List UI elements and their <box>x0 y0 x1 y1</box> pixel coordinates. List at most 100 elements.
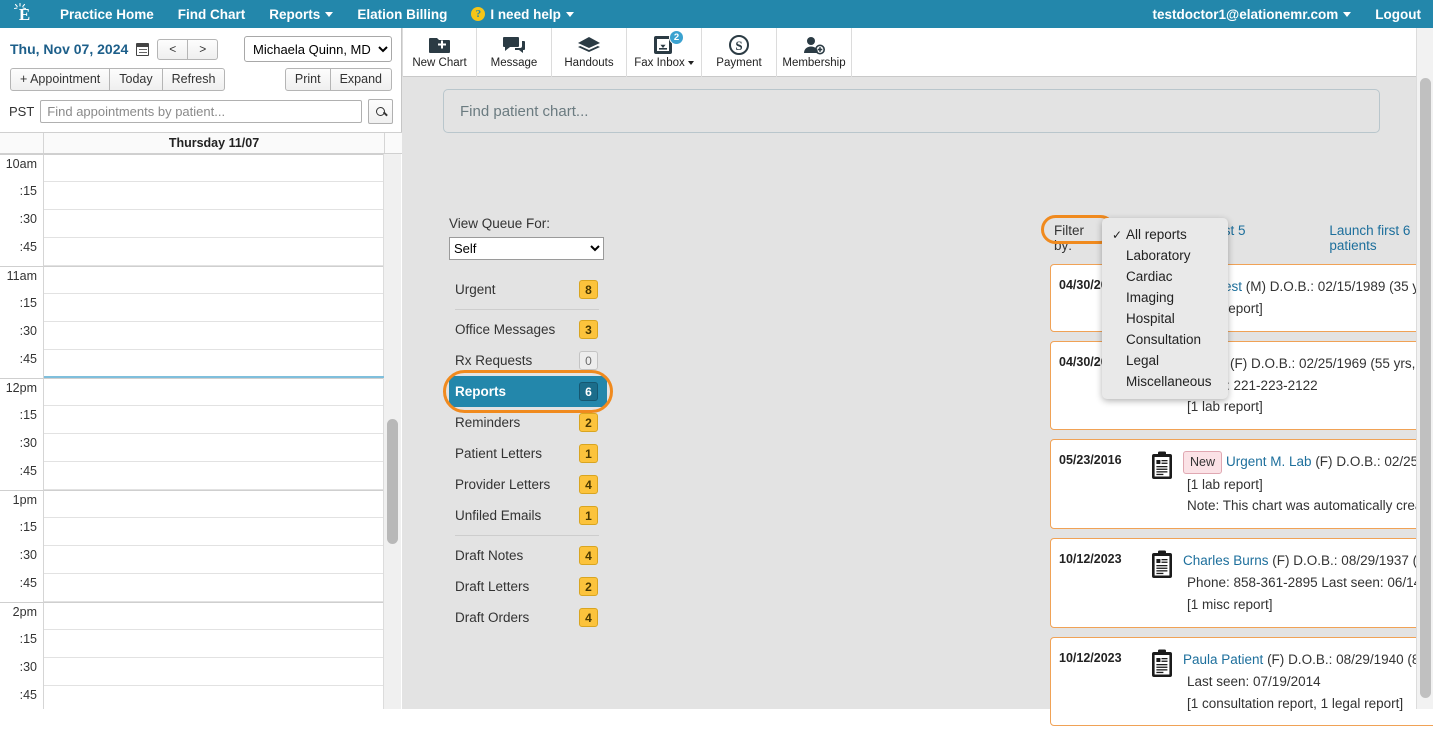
calendar-slot-cell[interactable] <box>44 378 384 406</box>
filter-option-laboratory[interactable]: Laboratory <box>1102 245 1228 266</box>
calendar-slot[interactable]: :15 <box>0 406 402 434</box>
calendar-slot-cell[interactable] <box>44 294 384 322</box>
expand-button[interactable]: Expand <box>329 68 392 91</box>
report-card[interactable]: 05/23/2016 New Urgent M. Lab (F) D.O.B.: 0… <box>1050 439 1433 530</box>
calendar-slot-cell[interactable] <box>44 602 384 630</box>
appointment-search-button[interactable] <box>368 99 394 124</box>
toolbar-fax-inbox-button[interactable]: 2 Fax Inbox <box>627 27 702 77</box>
calendar-slot-cell[interactable] <box>44 210 384 238</box>
elation-logo[interactable]: E <box>0 0 48 28</box>
calendar-slot[interactable]: :45 <box>0 574 402 602</box>
filter-option-hospital[interactable]: Hospital <box>1102 308 1228 329</box>
calendar-slot-cell[interactable] <box>44 406 384 434</box>
calendar-slot-cell[interactable] <box>44 658 384 686</box>
logout-button[interactable]: Logout <box>1363 0 1433 28</box>
main-scrollbar[interactable] <box>1416 28 1433 709</box>
report-card[interactable]: 10/12/2023 Paula Patient (F) D.O.B.: 08/2… <box>1050 636 1433 727</box>
queue-item-office-messages[interactable]: Office Messages 3 <box>449 314 607 345</box>
next-day-button[interactable]: > <box>187 38 219 60</box>
queue-item-rx-requests[interactable]: Rx Requests 0 <box>449 345 607 376</box>
queue-item-provider-letters[interactable]: Provider Letters 4 <box>449 469 607 500</box>
calendar-slot-cell[interactable] <box>44 266 384 294</box>
main-scrollbar-thumb[interactable] <box>1420 78 1431 698</box>
calendar-slot-cell[interactable] <box>44 182 384 210</box>
calendar-slot[interactable]: :15 <box>0 630 402 658</box>
calendar-slot-cell[interactable] <box>44 322 384 350</box>
calendar-slot[interactable]: 1pm <box>0 490 402 518</box>
queue-scope-select[interactable]: Self <box>449 237 604 260</box>
toolbar-message-button[interactable]: Message <box>477 27 552 77</box>
calendar-slot-cell[interactable] <box>44 546 384 574</box>
nav-i-need-help[interactable]: ? I need help <box>459 0 586 28</box>
calendar-slot[interactable]: :45 <box>0 350 402 378</box>
calendar-slot-cell[interactable] <box>44 462 384 490</box>
nav-practice-home[interactable]: Practice Home <box>48 0 166 28</box>
filter-by-control[interactable]: Filter by: <box>1041 215 1115 255</box>
toolbar-new-chart-button[interactable]: New Chart <box>402 27 477 77</box>
calendar-slot-cell[interactable] <box>44 154 384 182</box>
patient-name-link[interactable]: Paula Patient <box>1183 652 1263 667</box>
calendar-slot[interactable]: 12pm <box>0 378 402 406</box>
calendar-slot[interactable]: :30 <box>0 322 402 350</box>
calendar-slot[interactable]: :15 <box>0 182 402 210</box>
calendar-slot-cell[interactable] <box>44 350 384 378</box>
today-button[interactable]: Today <box>109 68 163 91</box>
toolbar-membership-button[interactable]: Membership <box>777 27 852 77</box>
print-button[interactable]: Print <box>284 68 331 91</box>
calendar-slot-cell[interactable] <box>44 434 384 462</box>
nav-elation-billing[interactable]: Elation Billing <box>345 0 459 28</box>
calendar-slot[interactable]: :30 <box>0 210 402 238</box>
calendar-slot[interactable]: 10am <box>0 154 402 182</box>
queue-item-reminders[interactable]: Reminders 2 <box>449 407 607 438</box>
account-email: testdoctor1@elationemr.com <box>1152 6 1339 22</box>
calendar-slot[interactable]: :45 <box>0 462 402 490</box>
calendar-slot-cell[interactable] <box>44 238 384 266</box>
calendar-grid[interactable]: 10am:15:30:45 11am:15:30:45 12pm:15:30:45 1… <box>0 154 402 709</box>
account-menu[interactable]: testdoctor1@elationemr.com <box>1141 0 1364 28</box>
calendar-slot[interactable]: :30 <box>0 546 402 574</box>
calendar-slot[interactable]: :30 <box>0 658 402 686</box>
patient-name-link[interactable]: Urgent M. Lab <box>1226 454 1312 469</box>
add-appointment-button[interactable]: + Appointment <box>10 68 111 91</box>
patient-name-link[interactable]: Charles Burns <box>1183 553 1269 568</box>
nav-reports[interactable]: Reports <box>257 0 345 28</box>
calendar-slot[interactable]: :15 <box>0 518 402 546</box>
filter-by-dropdown-menu[interactable]: ✓ All reports Laboratory Cardiac Imaging Hosp… <box>1102 218 1228 399</box>
calendar-slot-cell[interactable] <box>44 686 384 709</box>
prev-day-button[interactable]: < <box>157 38 189 60</box>
queue-item-urgent[interactable]: Urgent 8 <box>449 274 607 305</box>
queue-item-unfiled-emails[interactable]: Unfiled Emails 1 <box>449 500 607 531</box>
calendar-slot[interactable]: :45 <box>0 238 402 266</box>
calendar-slot-cell[interactable] <box>44 630 384 658</box>
filter-option-imaging[interactable]: Imaging <box>1102 287 1228 308</box>
calendar-icon[interactable] <box>136 42 150 56</box>
calendar-scrollbar-thumb[interactable] <box>387 419 398 544</box>
toolbar-payment-button[interactable]: S Payment <box>702 27 777 77</box>
calendar-slot-cell[interactable] <box>44 518 384 546</box>
queue-item-patient-letters[interactable]: Patient Letters 1 <box>449 438 607 469</box>
provider-select[interactable]: Michaela Quinn, MD <box>244 36 392 62</box>
calendar-scrollbar[interactable] <box>383 154 401 709</box>
calendar-slot[interactable]: :45 <box>0 686 402 709</box>
queue-item-draft-letters[interactable]: Draft Letters 2 <box>449 571 607 602</box>
report-card[interactable]: 10/12/2023 Charles Burns (F) D.O.B.: 08/2… <box>1050 538 1433 628</box>
appointment-search-input[interactable] <box>40 100 363 123</box>
filter-option-legal[interactable]: Legal <box>1102 350 1228 371</box>
filter-option-consultation[interactable]: Consultation <box>1102 329 1228 350</box>
filter-option-miscellaneous[interactable]: Miscellaneous <box>1102 371 1228 392</box>
calendar-slot[interactable]: 11am <box>0 266 402 294</box>
calendar-slot-cell[interactable] <box>44 574 384 602</box>
schedule-refresh-button[interactable]: Refresh <box>161 68 226 91</box>
nav-find-chart[interactable]: Find Chart <box>166 0 258 28</box>
calendar-slot[interactable]: :15 <box>0 294 402 322</box>
queue-item-draft-notes[interactable]: Draft Notes 4 <box>449 540 607 571</box>
chart-search-input[interactable] <box>443 89 1380 133</box>
filter-option-cardiac[interactable]: Cardiac <box>1102 266 1228 287</box>
calendar-slot[interactable]: 2pm <box>0 602 402 630</box>
calendar-slot-cell[interactable] <box>44 490 384 518</box>
calendar-slot[interactable]: :30 <box>0 434 402 462</box>
queue-item-draft-orders[interactable]: Draft Orders 4 <box>449 602 607 633</box>
filter-option-all-reports[interactable]: ✓ All reports <box>1102 224 1228 245</box>
toolbar-handouts-button[interactable]: Handouts <box>552 27 627 77</box>
queue-item-reports[interactable]: Reports 6 <box>443 370 613 413</box>
